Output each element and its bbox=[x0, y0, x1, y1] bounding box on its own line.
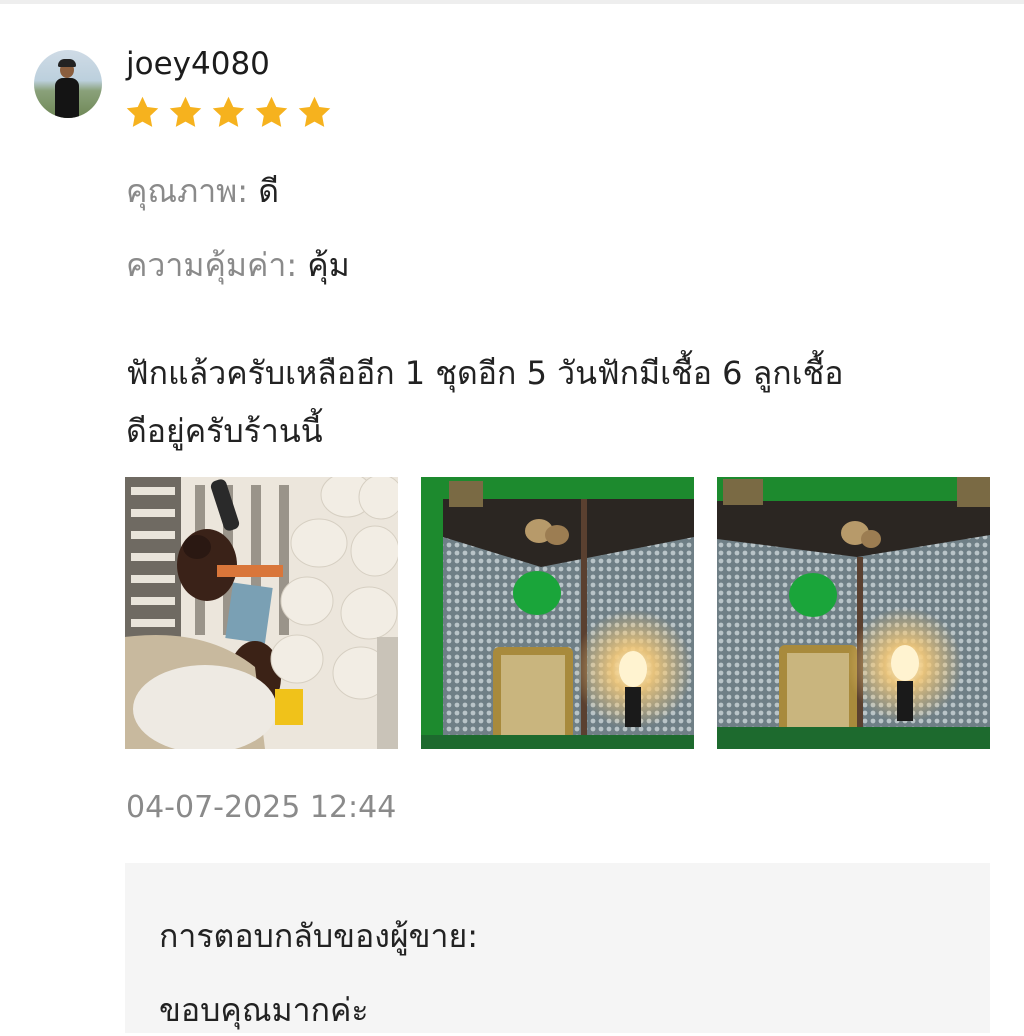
review-text-line: ฟักแล้วครับเหลืออีก 1 ชุดอีก 5 วันฟักมีเ… bbox=[126, 354, 844, 392]
brooder-photo-image bbox=[421, 477, 694, 749]
review-photo[interactable] bbox=[125, 477, 398, 749]
value-label: ความคุ้มค่า: bbox=[126, 246, 298, 284]
seller-reply-text: ขอบคุณมากค่ะ bbox=[159, 991, 369, 1029]
value-value: คุ้ม bbox=[307, 246, 350, 284]
value-attribute: ความคุ้มค่า: คุ้ม bbox=[126, 240, 350, 291]
star-icon bbox=[124, 94, 161, 131]
quality-attribute: คุณภาพ: ดี bbox=[126, 166, 279, 217]
avatar-cap bbox=[58, 59, 76, 67]
brooder-photo-image bbox=[717, 477, 990, 749]
review-photo[interactable] bbox=[421, 477, 694, 749]
review-text-line: ดีอยู่ครับร้านนี้ bbox=[126, 412, 323, 450]
review-text: ฟักแล้วครับเหลืออีก 1 ชุดอีก 5 วันฟักมีเ… bbox=[126, 344, 996, 460]
seller-reply-title: การตอบกลับของผู้ขาย: bbox=[159, 917, 478, 955]
reviewer-username[interactable]: joey4080 bbox=[126, 46, 270, 82]
star-icon bbox=[210, 94, 247, 131]
star-icon bbox=[296, 94, 333, 131]
top-divider bbox=[0, 0, 1024, 4]
review-timestamp: 04-07-2025 12:44 bbox=[126, 790, 397, 825]
star-icon bbox=[167, 94, 204, 131]
incubator-photo-image bbox=[125, 477, 398, 749]
seller-reply-box: การตอบกลับของผู้ขาย: ขอบคุณมากค่ะ bbox=[125, 863, 990, 1033]
avatar-torso bbox=[55, 78, 79, 118]
star-icon bbox=[253, 94, 290, 131]
quality-value: ดี bbox=[258, 172, 279, 210]
star-rating bbox=[124, 94, 333, 131]
avatar[interactable] bbox=[34, 50, 102, 118]
quality-label: คุณภาพ: bbox=[126, 172, 249, 210]
review-photo[interactable] bbox=[717, 477, 990, 749]
